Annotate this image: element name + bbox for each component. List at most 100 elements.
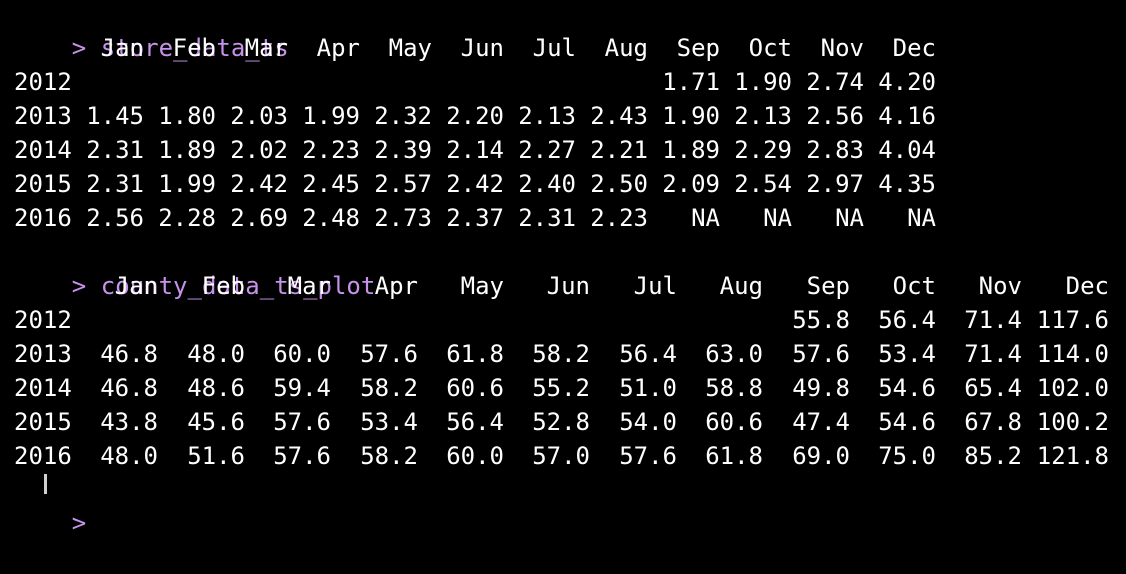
row-year-label: 2013: [14, 340, 72, 368]
table-cell: 2.56: [806, 102, 864, 130]
table-cell: 47.4: [792, 408, 850, 436]
table-cell: 2.69: [230, 204, 288, 232]
command-line-store: > store_data_ts: [14, 0, 289, 62]
table-cell: 2.56: [86, 204, 144, 232]
column-header-feb: Feb: [172, 34, 216, 62]
table-cell: 58.2: [360, 442, 418, 470]
table-cell: 2.03: [230, 102, 288, 130]
column-header-sep: Sep: [676, 34, 720, 62]
row-year-label: 2016: [14, 442, 72, 470]
table-cell: 2.48: [302, 204, 360, 232]
table-cell: 56.4: [446, 408, 504, 436]
row-year-label: 2012: [14, 306, 72, 334]
table-cell: 2.54: [734, 170, 792, 198]
table-cell: 57.0: [532, 442, 590, 470]
table-cell: 4.20: [878, 68, 936, 96]
table-cell: 58.2: [532, 340, 590, 368]
county-table-row: 2013 46.8 48.0 60.0 57.6 61.8 58.2 56.4 63.0 57.6…: [0, 337, 1126, 371]
store-table-row: 2014 2.31 1.89 2.02 2.23 2.39 2.14 2.27 2.21 1.89…: [0, 133, 1126, 167]
table-cell: 1.90: [734, 68, 792, 96]
column-header-oct: Oct: [892, 272, 936, 300]
table-cell: 57.6: [619, 442, 677, 470]
table-cell: 2.13: [518, 102, 576, 130]
table-cell: 1.71: [662, 68, 720, 96]
column-header-apr: Apr: [316, 34, 360, 62]
table-cell: 2.83: [806, 136, 864, 164]
table-cell: 1.99: [302, 102, 360, 130]
county-table-row: 2015 43.8 45.6 57.6 53.4 56.4 52.8 54.0 60.6 47.4…: [0, 405, 1126, 439]
table-cell: 51.0: [619, 374, 677, 402]
table-cell: 2.40: [518, 170, 576, 198]
table-cell: NA: [763, 204, 792, 232]
table-cell: 1.89: [662, 136, 720, 164]
table-cell: 56.4: [619, 340, 677, 368]
table-cell: 48.0: [187, 340, 245, 368]
table-cell: 2.31: [86, 136, 144, 164]
table-cell: 48.0: [100, 442, 158, 470]
table-cell: 69.0: [792, 442, 850, 470]
column-header-jan: Jan: [100, 34, 144, 62]
row-year-label: 2015: [14, 408, 72, 436]
table-cell: 59.4: [273, 374, 331, 402]
column-header-jul: Jul: [532, 34, 576, 62]
column-header-aug: Aug: [719, 272, 763, 300]
column-header-jun: Jun: [546, 272, 590, 300]
column-header-feb: Feb: [201, 272, 245, 300]
table-cell: 2.09: [662, 170, 720, 198]
column-header-apr: Apr: [374, 272, 418, 300]
table-cell: 65.4: [964, 374, 1022, 402]
active-prompt-line[interactable]: >: [14, 472, 101, 537]
store-table-row: 2012 1.71 1.90 2.74 4.20: [0, 65, 1126, 99]
column-header-dec: Dec: [892, 34, 936, 62]
table-cell: 2.28: [158, 204, 216, 232]
table-cell: 2.73: [374, 204, 432, 232]
county-table-header: Jan Feb Mar Apr May Jun Jul Aug Sep Oct Nov Dec: [0, 269, 1126, 303]
column-header-sep: Sep: [806, 272, 850, 300]
table-cell: 43.8: [100, 408, 158, 436]
store-table-header: Jan Feb Mar Apr May Jun Jul Aug Sep Oct Nov Dec: [0, 31, 1126, 65]
table-cell: 61.8: [705, 442, 763, 470]
terminal-window[interactable]: > store_data_ts Jan Feb Mar Apr May Jun Jul Aug S…: [0, 0, 1126, 537]
table-cell: 4.04: [878, 136, 936, 164]
table-cell: 2.31: [518, 204, 576, 232]
table-cell: 58.8: [705, 374, 763, 402]
table-cell: 58.2: [360, 374, 418, 402]
table-cell: 54.0: [619, 408, 677, 436]
table-cell: 55.8: [792, 306, 850, 334]
table-cell: 60.0: [446, 442, 504, 470]
table-cell: 2.97: [806, 170, 864, 198]
prompt-symbol: >: [71, 509, 87, 537]
table-cell: 57.6: [792, 340, 850, 368]
table-cell: 117.6: [1036, 306, 1109, 334]
table-cell: 1.90: [662, 102, 720, 130]
column-header-nov: Nov: [820, 34, 864, 62]
table-cell: 2.20: [446, 102, 504, 130]
table-cell: 48.6: [187, 374, 245, 402]
table-cell: 2.31: [86, 170, 144, 198]
table-cell: 2.23: [302, 136, 360, 164]
table-cell: 2.27: [518, 136, 576, 164]
table-cell: 71.4: [964, 340, 1022, 368]
table-cell: 100.2: [1036, 408, 1109, 436]
table-cell: 54.6: [878, 374, 936, 402]
table-cell: 2.13: [734, 102, 792, 130]
table-cell: 85.2: [964, 442, 1022, 470]
column-header-may: May: [388, 34, 432, 62]
table-cell: 2.32: [374, 102, 432, 130]
table-cell: 67.8: [964, 408, 1022, 436]
table-cell: 2.74: [806, 68, 864, 96]
table-cell: 1.45: [86, 102, 144, 130]
table-cell: 2.37: [446, 204, 504, 232]
table-cell: 2.29: [734, 136, 792, 164]
table-cell: 2.42: [230, 170, 288, 198]
table-cell: 2.50: [590, 170, 648, 198]
county-table-row: 2016 48.0 51.6 57.6 58.2 60.0 57.0 57.6 61.8 69.0…: [0, 439, 1126, 473]
table-cell: 1.89: [158, 136, 216, 164]
table-cell: 51.6: [187, 442, 245, 470]
column-header-oct: Oct: [748, 34, 792, 62]
table-cell: 46.8: [100, 374, 158, 402]
table-cell: 121.8: [1036, 442, 1109, 470]
table-cell: 102.0: [1036, 374, 1109, 402]
table-cell: 2.39: [374, 136, 432, 164]
table-cell: 2.23: [590, 204, 648, 232]
